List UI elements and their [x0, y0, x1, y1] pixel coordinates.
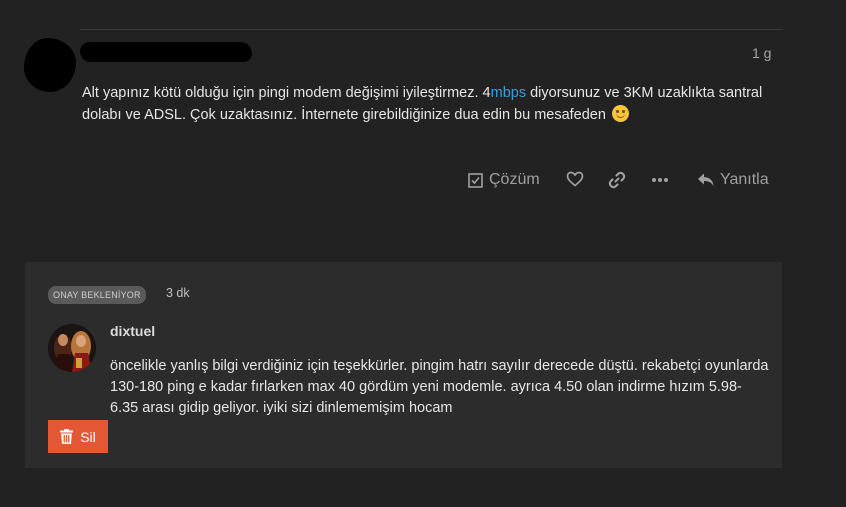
post-divider — [80, 29, 783, 30]
redacted-username — [80, 42, 252, 62]
share-link-button[interactable] — [608, 171, 626, 189]
slight-smile-emoji-icon — [611, 105, 629, 122]
avatar[interactable] — [48, 324, 96, 372]
delete-label: Sil — [80, 428, 96, 445]
delete-button[interactable]: Sil — [48, 420, 108, 453]
pending-post-body: öncelikle yanlış bilgi verdiğiniz için t… — [110, 358, 769, 416]
status-badge: ONAY BEKLENİYOR — [48, 286, 146, 304]
post-body: Alt yapınız kötü olduğu için pingi modem… — [82, 82, 772, 126]
ellipsis-icon — [652, 178, 668, 182]
pending-post-age: 3 dk — [166, 286, 190, 300]
more-actions-button[interactable] — [651, 171, 669, 189]
post-text-1: Alt yapınız kötü olduğu için pingi modem… — [82, 85, 491, 101]
reply-label: Yanıtla — [720, 171, 769, 188]
solution-label: Çözüm — [489, 171, 540, 188]
topic-page: 1 g Alt yapınız kötü olduğu için pingi m… — [0, 0, 846, 507]
solution-button[interactable]: Çözüm — [468, 171, 540, 189]
heart-icon — [566, 171, 584, 187]
reply-button[interactable]: Yanıtla — [697, 171, 769, 189]
username[interactable]: dixtuel — [110, 323, 155, 339]
post-age[interactable]: 1 g — [752, 45, 771, 61]
post-link[interactable]: mbps — [491, 85, 526, 101]
reply-arrow-icon — [698, 173, 714, 186]
trash-icon — [60, 429, 74, 444]
avatar-image-icon — [48, 324, 96, 372]
redacted-avatar — [24, 38, 76, 92]
checkbox-icon — [468, 172, 483, 188]
pending-post-card: ONAY BEKLENİYOR 3 dk dixtuel öncelikle y… — [25, 262, 782, 468]
link-icon — [608, 171, 626, 189]
like-button[interactable] — [566, 171, 584, 187]
